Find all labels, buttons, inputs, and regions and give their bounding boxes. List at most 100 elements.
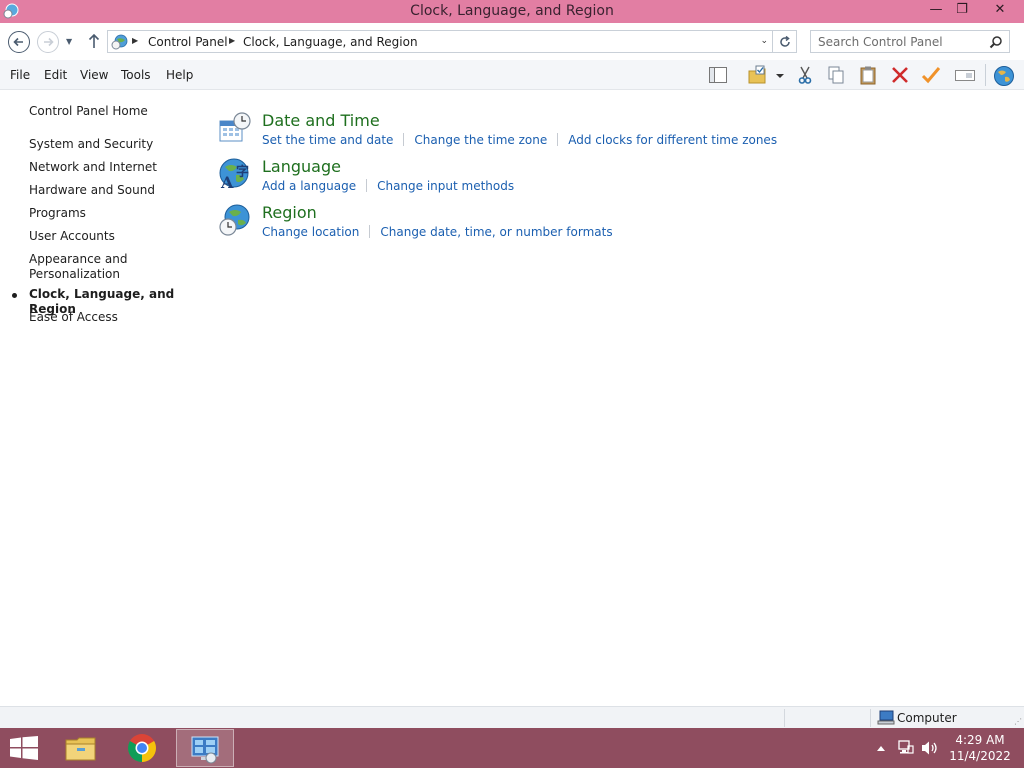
change-formats-link[interactable]: Change date, time, or number formats bbox=[380, 225, 612, 239]
clock-date: 11/4/2022 bbox=[949, 749, 1011, 763]
change-location-link[interactable]: Change location bbox=[262, 225, 359, 239]
system-clock[interactable]: 4:29 AM 11/4/2022 bbox=[940, 732, 1020, 764]
layout-pane-button[interactable] bbox=[705, 63, 731, 87]
delete-icon bbox=[892, 67, 908, 83]
forward-button[interactable] bbox=[37, 31, 59, 53]
breadcrumb-current[interactable]: Clock, Language, and Region bbox=[243, 35, 418, 49]
change-input-methods-link[interactable]: Change input methods bbox=[377, 179, 514, 193]
properties-button[interactable] bbox=[918, 63, 944, 87]
region-title[interactable]: Region bbox=[262, 203, 317, 222]
network-icon[interactable] bbox=[898, 740, 914, 756]
language-title[interactable]: Language bbox=[262, 157, 341, 176]
address-bar[interactable]: ▶ Control Panel ▶ Clock, Language, and R… bbox=[107, 30, 773, 53]
refresh-icon bbox=[780, 35, 790, 47]
set-time-and-date-link[interactable]: Set the time and date bbox=[262, 133, 393, 147]
windows-start-icon[interactable] bbox=[10, 736, 38, 760]
status-bar: Computer ⋰ bbox=[0, 706, 1024, 728]
menu-edit[interactable]: Edit bbox=[44, 68, 67, 82]
search-input[interactable] bbox=[811, 31, 986, 52]
refresh-button[interactable] bbox=[773, 30, 797, 53]
address-row: ▼ ▶ Control Panel ▶ Clock, Language, and… bbox=[0, 23, 1024, 60]
nav-programs[interactable]: Programs bbox=[29, 206, 204, 221]
chevron-down-icon bbox=[776, 74, 784, 78]
region-globe-icon[interactable] bbox=[218, 203, 252, 237]
back-arrow-icon bbox=[13, 37, 23, 47]
back-button[interactable] bbox=[8, 31, 30, 53]
show-hidden-icons-icon[interactable] bbox=[876, 744, 886, 752]
menu-help[interactable]: Help bbox=[166, 68, 193, 82]
control-panel-icon bbox=[111, 34, 128, 50]
file-explorer-icon bbox=[65, 737, 96, 761]
paste-button[interactable] bbox=[855, 63, 881, 87]
breadcrumb-control-panel[interactable]: Control Panel bbox=[148, 35, 228, 49]
link-separator bbox=[366, 179, 368, 192]
menu-view[interactable]: View bbox=[80, 68, 108, 82]
language-links: Add a language Change input methods bbox=[262, 179, 514, 193]
toolbar-separator bbox=[985, 64, 986, 86]
nav-system-and-security[interactable]: System and Security bbox=[29, 137, 204, 152]
breadcrumb-separator-icon[interactable]: ▶ bbox=[229, 36, 235, 45]
up-arrow-icon[interactable] bbox=[87, 32, 101, 50]
change-time-zone-link[interactable]: Change the time zone bbox=[414, 133, 547, 147]
minimize-button[interactable]: — bbox=[923, 0, 949, 21]
globe-icon bbox=[994, 66, 1014, 86]
taskbar-chrome[interactable] bbox=[114, 729, 172, 767]
menu-tools[interactable]: Tools bbox=[121, 68, 151, 82]
folder-options-dropdown[interactable] bbox=[773, 63, 787, 87]
rename-button[interactable] bbox=[951, 63, 977, 87]
folder-options-button[interactable] bbox=[744, 63, 770, 87]
clock-time: 4:29 AM bbox=[955, 733, 1005, 747]
chevron-down-icon[interactable]: ⌄ bbox=[760, 36, 768, 46]
date-and-time-title[interactable]: Date and Time bbox=[262, 111, 380, 130]
add-clocks-link[interactable]: Add clocks for different time zones bbox=[568, 133, 777, 147]
status-divider bbox=[870, 709, 871, 727]
current-page-bullet bbox=[12, 293, 17, 298]
folder-checkbox-icon bbox=[748, 65, 766, 84]
taskbar-file-explorer[interactable] bbox=[52, 729, 110, 767]
date-and-time-links: Set the time and date Change the time zon… bbox=[262, 133, 777, 147]
status-location-text: Computer bbox=[897, 711, 957, 725]
layout-pane-icon bbox=[709, 67, 727, 83]
svg-text:A: A bbox=[220, 173, 234, 191]
control-panel-home-link[interactable]: Control Panel Home bbox=[29, 104, 204, 119]
control-panel-icon bbox=[191, 736, 219, 764]
forward-arrow-icon bbox=[44, 37, 54, 47]
nav-hardware-and-sound[interactable]: Hardware and Sound bbox=[29, 183, 204, 198]
nav-user-accounts[interactable]: User Accounts bbox=[29, 229, 204, 244]
calendar-clock-icon[interactable] bbox=[218, 111, 252, 145]
language-globe-icon[interactable]: A 字 bbox=[218, 157, 252, 191]
recent-locations-dropdown[interactable]: ▼ bbox=[66, 37, 72, 46]
computer-icon bbox=[877, 710, 895, 725]
taskbar-control-panel[interactable] bbox=[176, 729, 234, 767]
svg-text:字: 字 bbox=[236, 164, 249, 180]
close-button[interactable]: ✕ bbox=[977, 0, 1023, 21]
link-separator bbox=[557, 133, 559, 146]
add-a-language-link[interactable]: Add a language bbox=[262, 179, 356, 193]
menu-bar: File Edit View Tools Help bbox=[0, 60, 1024, 90]
status-divider bbox=[784, 709, 785, 727]
link-separator bbox=[403, 133, 405, 146]
globe-button[interactable] bbox=[990, 63, 1016, 87]
resize-grip-icon[interactable]: ⋰ bbox=[1014, 717, 1022, 726]
copy-button[interactable] bbox=[823, 63, 849, 87]
nav-ease-of-access[interactable]: Ease of Access bbox=[29, 310, 204, 325]
check-icon bbox=[921, 67, 941, 84]
volume-icon[interactable] bbox=[921, 740, 939, 756]
window-title: Clock, Language, and Region bbox=[410, 3, 614, 19]
paste-icon bbox=[860, 66, 876, 85]
nav-appearance-and-personalization[interactable]: Appearance and Personalization bbox=[29, 252, 139, 282]
chrome-icon bbox=[128, 734, 156, 762]
delete-button[interactable] bbox=[887, 63, 913, 87]
search-box[interactable] bbox=[810, 30, 1010, 53]
taskbar: 4:29 AM 11/4/2022 bbox=[0, 728, 1024, 768]
link-separator bbox=[369, 225, 371, 238]
status-location: Computer bbox=[877, 710, 957, 729]
copy-icon bbox=[828, 66, 844, 84]
rename-icon bbox=[955, 70, 975, 81]
search-icon[interactable] bbox=[989, 35, 1003, 49]
cut-button[interactable] bbox=[792, 63, 818, 87]
breadcrumb-separator-icon[interactable]: ▶ bbox=[132, 36, 138, 45]
menu-file[interactable]: File bbox=[10, 68, 30, 82]
maximize-button[interactable]: ❐ bbox=[949, 0, 975, 21]
nav-network-and-internet[interactable]: Network and Internet bbox=[29, 160, 204, 175]
